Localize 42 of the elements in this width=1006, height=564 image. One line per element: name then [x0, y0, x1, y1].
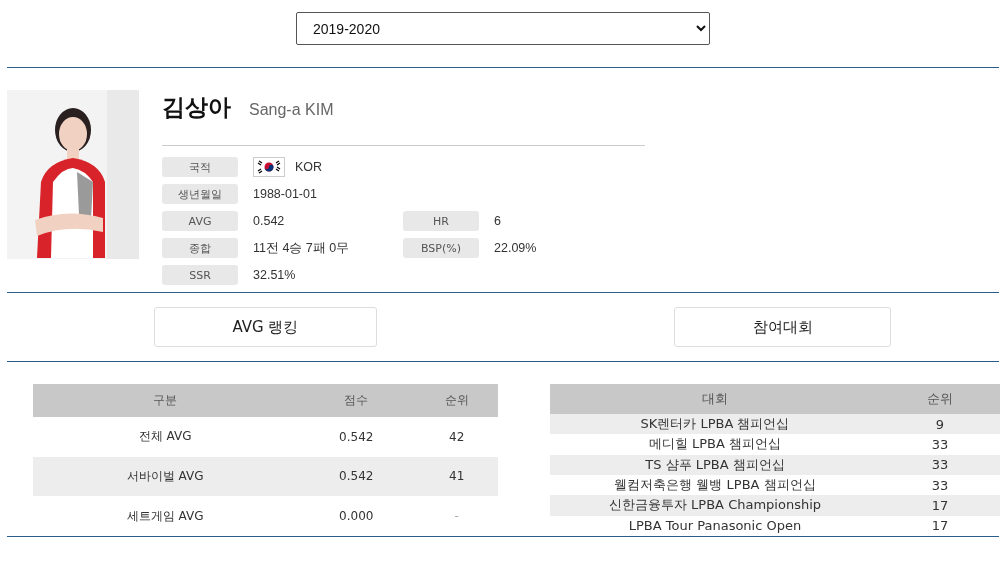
table-cell: 신한금융투자 LPBA Championship	[550, 495, 880, 516]
column-header: 순위	[880, 384, 1000, 414]
tab-button[interactable]: AVG 랭킹	[154, 307, 377, 347]
table-cell: 서바이벌 AVG	[33, 456, 298, 497]
column-header: 대회	[550, 384, 880, 414]
table-cell: 9	[880, 414, 1000, 435]
info-value: 32.51%	[253, 268, 296, 282]
table-cell: 웰컴저축은행 웰뱅 LPBA 챔피언십	[550, 475, 880, 496]
table-cell: LPBA Tour Panasonic Open	[550, 515, 880, 536]
table-cell: 33	[880, 475, 1000, 496]
column-header: 순위	[415, 384, 498, 417]
info-value: 22.09%	[494, 241, 537, 255]
flag-icon	[253, 157, 285, 177]
info-value: KOR	[295, 160, 323, 174]
info-label: HR	[403, 211, 479, 231]
table-cell: SK렌터카 LPBA 챔피언십	[550, 414, 880, 435]
info-label: 생년월일	[162, 184, 238, 204]
table-cell: 전체 AVG	[33, 417, 298, 457]
table-cell: 0.542	[297, 417, 416, 457]
info-label: SSR	[162, 265, 238, 285]
player-name: 김상아	[162, 93, 231, 122]
table-cell: 17	[880, 495, 1000, 516]
info-label: 종합	[162, 238, 238, 258]
info-value: 1988-01-01	[253, 187, 317, 201]
table-cell: 메디힐 LPBA 챔피언십	[550, 434, 880, 455]
season-select[interactable]: 2019-2020	[296, 12, 710, 45]
column-header: 구분	[33, 384, 298, 417]
table-cell: 41	[415, 456, 498, 497]
table-cell: TS 샴푸 LPBA 챔피언십	[550, 454, 880, 475]
tab-button[interactable]: 참여대회	[674, 307, 891, 347]
info-value: 11전 4승 7패 0무	[253, 239, 350, 257]
info-label: 국적	[162, 157, 238, 177]
info-value: 0.542	[253, 214, 285, 228]
table-cell: 0.542	[297, 456, 416, 497]
player-name-english: Sang-a KIM	[249, 101, 334, 119]
column-header: 점수	[297, 384, 416, 417]
info-label: AVG	[162, 211, 238, 231]
info-value: 6	[494, 214, 501, 228]
table-cell: 33	[880, 454, 1000, 475]
table-cell: 42	[415, 417, 498, 457]
info-label: BSP(%)	[403, 238, 479, 258]
table-cell: 33	[880, 434, 1000, 455]
